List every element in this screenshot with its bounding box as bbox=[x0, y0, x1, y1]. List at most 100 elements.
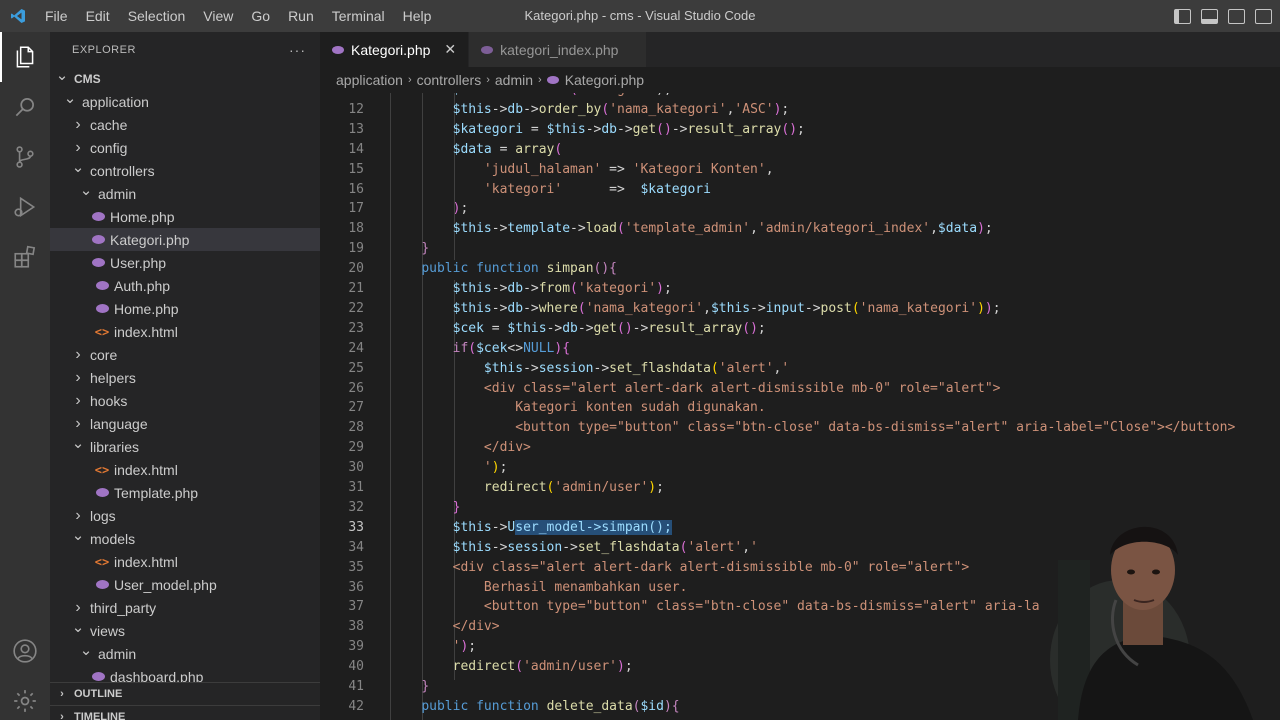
code-token: ) bbox=[984, 300, 993, 316]
tree-file[interactable]: <> index.html bbox=[50, 550, 320, 573]
code-token: ; bbox=[499, 460, 508, 476]
chevron-right-icon: › bbox=[75, 368, 81, 386]
code-token: 'alert' bbox=[718, 360, 774, 376]
line-number: 12 bbox=[348, 101, 364, 117]
tree-file[interactable]: User.php bbox=[50, 251, 320, 274]
menu-selection[interactable]: Selection bbox=[119, 0, 195, 32]
menu-terminal[interactable]: Terminal bbox=[323, 0, 394, 32]
php-file-icon bbox=[94, 580, 110, 589]
code-token: 'judul_halaman' bbox=[483, 161, 602, 177]
code-token: ' bbox=[483, 460, 492, 476]
menu-file[interactable]: File bbox=[36, 0, 77, 32]
toggle-panel-icon[interactable] bbox=[1201, 8, 1218, 24]
menu-run[interactable]: Run bbox=[279, 0, 323, 32]
tree-folder[interactable]: ⌄ CMS bbox=[50, 67, 320, 90]
tree-folder[interactable]: ⌄ application bbox=[50, 90, 320, 113]
code-line: 15 'judul_halaman' => 'Kategori Konten', bbox=[320, 160, 1280, 180]
tree-file[interactable]: User_model.php bbox=[50, 573, 320, 596]
tab-kategori-index-php[interactable]: kategori_index.php bbox=[469, 32, 648, 67]
tree-folder[interactable]: ⌄ controllers bbox=[50, 159, 320, 182]
code-text: $data = array( bbox=[390, 140, 563, 160]
code-token: set_flashdata bbox=[577, 539, 680, 555]
tree-folder[interactable]: › cache bbox=[50, 113, 320, 136]
outline-section[interactable]: › OUTLINE bbox=[50, 682, 320, 704]
code-line: 30 '); bbox=[320, 458, 1280, 478]
breadcrumb-item[interactable]: application bbox=[336, 72, 403, 88]
tree-file[interactable]: Home.php bbox=[50, 297, 320, 320]
breadcrumb-item[interactable]: controllers bbox=[417, 72, 482, 88]
account-icon[interactable] bbox=[0, 626, 50, 676]
menu-help[interactable]: Help bbox=[394, 0, 441, 32]
tree-file[interactable]: Kategori.php bbox=[50, 228, 320, 251]
tree-folder[interactable]: › core bbox=[50, 343, 320, 366]
explorer-sidebar: EXPLORER ··· ⌄ CMS ⌄ application › cache › conf… bbox=[50, 32, 320, 720]
chevron-right-icon: › bbox=[407, 74, 412, 86]
settings-gear-icon[interactable] bbox=[0, 676, 50, 720]
tree-file[interactable]: Home.php bbox=[50, 205, 320, 228]
code-line: 16 'kategori' => $kategori bbox=[320, 180, 1280, 200]
more-actions-icon[interactable]: ··· bbox=[289, 42, 306, 58]
code-line: 20 public function simpan(){ bbox=[320, 259, 1280, 279]
tree-folder[interactable]: › config bbox=[50, 136, 320, 159]
code-token: ' bbox=[781, 360, 790, 376]
tree-folder[interactable]: › helpers bbox=[50, 366, 320, 389]
tree-folder[interactable]: › third_party bbox=[50, 596, 320, 619]
code-token: , bbox=[750, 221, 758, 237]
run-debug-icon[interactable] bbox=[0, 182, 50, 232]
timeline-section[interactable]: › TIMELINE bbox=[50, 705, 320, 720]
close-icon[interactable]: ✕ bbox=[444, 41, 456, 58]
php-file-icon bbox=[94, 488, 110, 497]
extensions-icon[interactable] bbox=[0, 232, 50, 282]
search-icon[interactable] bbox=[0, 82, 50, 132]
menu-edit[interactable]: Edit bbox=[77, 0, 119, 32]
toggle-secondary-sidebar-icon[interactable] bbox=[1228, 8, 1245, 24]
code-token: 'nama_kategori' bbox=[859, 300, 978, 316]
code-line: 18 $this->template->load('template_admin… bbox=[320, 219, 1280, 239]
breadcrumb-item[interactable]: admin bbox=[495, 72, 533, 88]
code-token: 'admin/user' bbox=[554, 480, 649, 495]
code-token: , bbox=[703, 300, 711, 316]
customize-layout-icon[interactable] bbox=[1255, 8, 1272, 24]
chevron-right-icon: › bbox=[75, 138, 81, 156]
tree-file[interactable]: Auth.php bbox=[50, 274, 320, 297]
code-token: ) bbox=[977, 300, 985, 316]
code-text: redirect('admin/user'); bbox=[390, 478, 664, 498]
code-token: -> bbox=[632, 320, 649, 336]
chevron-right-icon: › bbox=[60, 710, 64, 720]
tree-file[interactable]: Template.php bbox=[50, 481, 320, 504]
tree-folder[interactable]: ⌄ libraries bbox=[50, 435, 320, 458]
menu-go[interactable]: Go bbox=[242, 0, 279, 32]
tree-item-label: core bbox=[90, 346, 118, 363]
code-token: 'nama_kategori' bbox=[585, 300, 704, 316]
tree-folder[interactable]: ⌄ views bbox=[50, 619, 320, 642]
tree-file[interactable]: <> index.html bbox=[50, 458, 320, 481]
explorer-icon[interactable] bbox=[0, 32, 50, 82]
tree-item-label: models bbox=[90, 530, 136, 547]
tree-folder[interactable]: › language bbox=[50, 412, 320, 435]
tree-folder[interactable]: › logs bbox=[50, 504, 320, 527]
tree-folder[interactable]: ⌄ admin bbox=[50, 182, 320, 205]
line-number: 29 bbox=[348, 440, 364, 456]
tree-folder[interactable]: › hooks bbox=[50, 389, 320, 412]
code-token: db bbox=[507, 300, 524, 316]
tree-file[interactable]: <> index.html bbox=[50, 320, 320, 343]
code-token: 'ASC' bbox=[734, 101, 774, 117]
menu-view[interactable]: View bbox=[194, 0, 242, 32]
code-token: ; bbox=[468, 639, 477, 655]
breadcrumb-item[interactable]: Kategori.php bbox=[565, 72, 644, 88]
tree-folder[interactable]: ⌄ models bbox=[50, 527, 320, 550]
code-token: Kategori konten sudah digunakan. bbox=[515, 400, 766, 416]
tab-kategori-php[interactable]: Kategori.php ✕ bbox=[320, 32, 470, 67]
source-control-icon[interactable] bbox=[0, 132, 50, 182]
tree-folder[interactable]: ⌄ admin bbox=[50, 642, 320, 665]
toggle-sidebar-icon[interactable] bbox=[1174, 8, 1191, 24]
line-number: 38 bbox=[348, 619, 364, 635]
code-token: ( bbox=[851, 300, 860, 316]
code-token: -> bbox=[523, 360, 539, 376]
